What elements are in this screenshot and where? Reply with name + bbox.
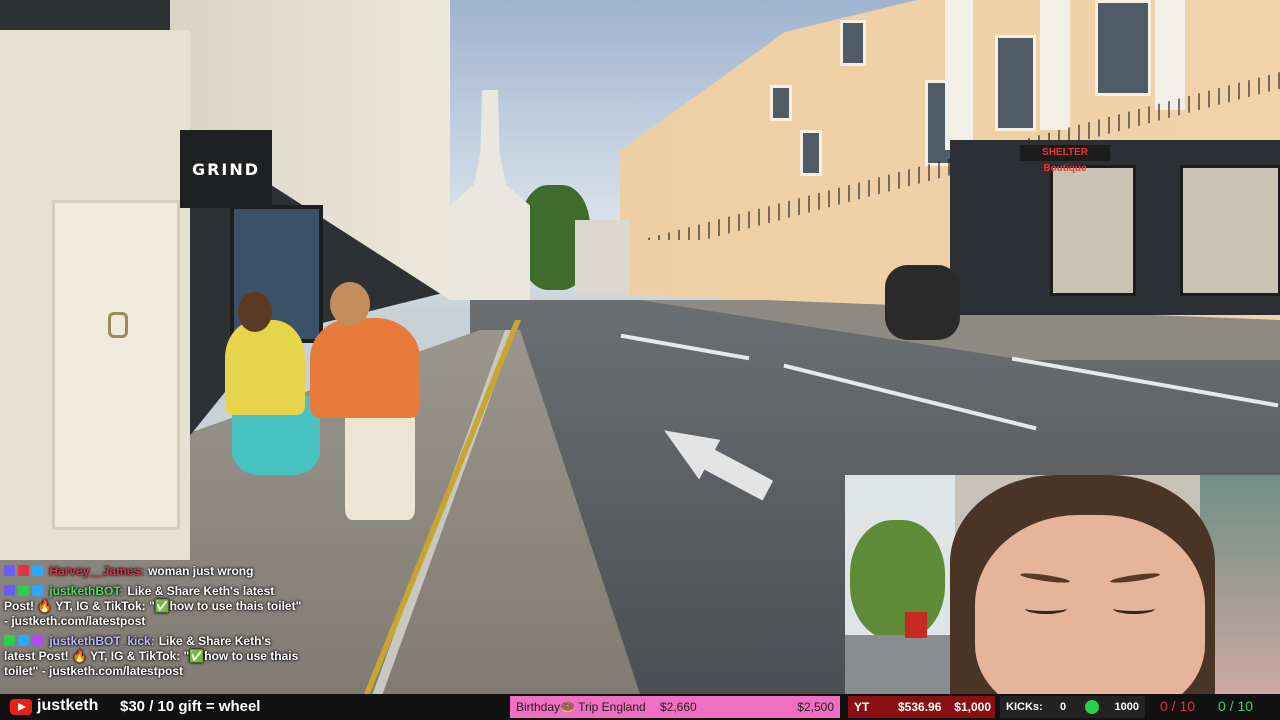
red-counter: 0 / 10: [1160, 698, 1196, 714]
chat-message: Harvey__James: woman just wrong: [4, 564, 304, 579]
chat-badge-icon: [4, 635, 15, 646]
webcam-red-bus: [905, 612, 927, 638]
chat-username: justkethBOT:: [49, 584, 124, 598]
pedestrian-woman-yellow-head: [238, 292, 272, 332]
chat-badge-icon: [18, 635, 29, 646]
kicks-current: 0: [1060, 701, 1067, 713]
chat-badge-icon: [18, 585, 29, 596]
chat-message: justkethBOT_kick: Like & Share Keth's lat…: [4, 634, 304, 679]
youtube-goal: YT $536.96 $1,000: [848, 696, 995, 718]
column: [1155, 0, 1185, 110]
chat-username: Harvey__James:: [49, 564, 145, 578]
chat-badge-icon: [32, 635, 43, 646]
window: [995, 35, 1036, 131]
chat-badge-icon: [4, 585, 15, 596]
window: [840, 20, 866, 66]
goal-target-amount: $2,500: [797, 700, 834, 714]
channel-name: justketh: [37, 697, 99, 714]
green-counter: 0 / 10: [1218, 698, 1254, 714]
door-knocker: [108, 312, 128, 338]
eye: [1025, 603, 1067, 614]
window: [800, 130, 822, 176]
youtube-goal-tag: YT: [854, 700, 870, 714]
stream-ticker-bar: justketh $30 / 10 gift = wheel Birthday🍩…: [0, 694, 1280, 720]
kicks-goal: KICKs: 0 1000: [1000, 696, 1145, 718]
goal-label: Birthday🍩 Trip England: [516, 700, 646, 714]
chat-badge-icon: [32, 585, 43, 596]
gift-wheel-text: $30 / 10 gift = wheel: [120, 698, 261, 715]
grind-sign: GRIND: [180, 130, 272, 208]
goal-current-amount: $2,660: [660, 700, 697, 714]
youtube-goal-target: $1,000: [954, 700, 991, 714]
white-door: [52, 200, 180, 530]
chat-message: justkethBOT: Like & Share Keth's latest P…: [4, 584, 304, 629]
pedestrian-woman-yellow-top: [225, 320, 305, 415]
pedestrian-woman-orange-trousers: [345, 410, 415, 520]
streamer-face: [975, 515, 1205, 694]
church-tower: [450, 90, 530, 300]
distant-building: [575, 220, 630, 295]
shop-window: [1180, 165, 1280, 296]
chat-text: woman just wrong: [148, 564, 254, 578]
column: [1040, 0, 1070, 130]
kicks-label: KICKs:: [1006, 701, 1043, 713]
streamer-webcam: [845, 475, 1280, 694]
kick-icon: [1085, 700, 1099, 714]
shop-window: [1050, 165, 1136, 296]
eye: [1113, 603, 1155, 614]
window: [1095, 0, 1151, 96]
donation-goal: Birthday🍩 Trip England $2,660 $2,500: [510, 696, 840, 718]
shop-sign: SHELTER Boutique: [1020, 145, 1110, 174]
kicks-target: 1000: [1114, 701, 1139, 713]
window: [770, 85, 792, 121]
pedestrian-woman-orange-head: [330, 282, 370, 326]
pedestrian-woman-orange-top: [310, 318, 420, 418]
column: [945, 0, 973, 150]
chat-username: justkethBOT_kick:: [49, 634, 155, 648]
webcam-road: [845, 635, 955, 694]
youtube-icon: [10, 699, 32, 715]
webcam-tree: [850, 520, 945, 640]
chat-badge-icon: [32, 565, 43, 576]
chat-overlay: Harvey__James: woman just wrong justkethB…: [4, 564, 304, 684]
chat-badge-icon: [4, 565, 15, 576]
youtube-goal-current: $536.96: [898, 700, 942, 714]
scooter: [885, 265, 960, 340]
chat-badge-icon: [18, 565, 29, 576]
